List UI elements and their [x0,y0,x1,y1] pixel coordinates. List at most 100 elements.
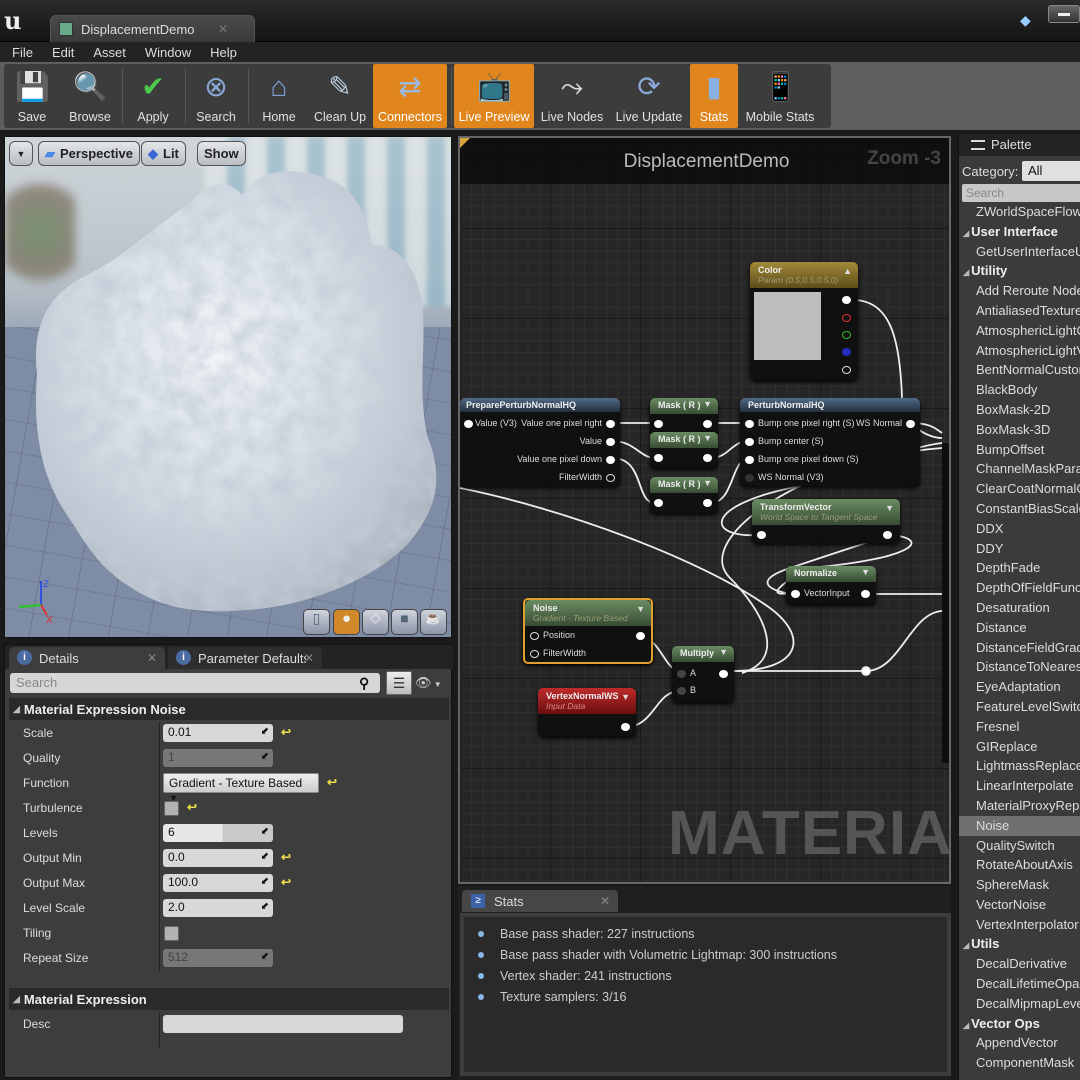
pin-in[interactable] [745,420,754,428]
palette-item[interactable]: ChannelMaskParameter [959,459,1080,479]
palette-item[interactable]: DecalLifetimeOpacity [959,974,1080,994]
preview-teapot-button[interactable]: ☕ [420,609,447,635]
node-color-param[interactable]: Color Param (0.5,0.5,0.5,0) ▲ [750,262,858,380]
pin-a-out[interactable] [842,366,851,374]
pin-in[interactable] [745,474,754,482]
pin-b-out[interactable] [842,348,851,356]
palette-item[interactable]: EyeAdaptation [959,677,1080,697]
tab-parameter-defaults[interactable]: i Parameter Defaults ✕ [168,647,322,669]
palette-item[interactable]: BoxMask-3D [959,420,1080,440]
pin-down-out[interactable] [606,456,615,464]
palette-category-header[interactable]: Vector Ops [959,1014,1080,1034]
collapse-icon[interactable]: ▼ [636,604,645,614]
pin-out[interactable] [703,454,712,462]
learn-icon[interactable]: ◆ [1020,12,1038,28]
collapse-icon[interactable]: ▼ [719,647,728,657]
reset-to-default-icon[interactable]: ↩ [281,725,291,739]
function-dropdown[interactable]: Gradient - Texture Based ▼ [163,773,319,803]
live-preview-button[interactable]: 📺 Live Preview [454,64,534,128]
pin-r-out[interactable] [842,314,851,322]
collapse-icon[interactable]: ▼ [885,503,894,513]
palette-item[interactable]: ZWorldSpaceFlow [959,202,1080,222]
browse-button[interactable]: 🔍 Browse [62,64,118,128]
pin-in[interactable] [654,499,663,507]
pin-rgb-out[interactable] [842,296,851,304]
category-dropdown[interactable]: All [1022,161,1080,181]
palette-item[interactable]: LightmassReplace [959,756,1080,776]
collapse-icon[interactable]: ▼ [703,478,712,488]
pin-out[interactable] [621,723,630,731]
pin-out[interactable] [703,499,712,507]
palette-item[interactable]: Fresnel [959,717,1080,737]
pin-b-in[interactable] [677,687,686,695]
level-scale-input[interactable]: 2.0 ⬋ [163,899,273,917]
palette-item[interactable]: DepthFade [959,558,1080,578]
palette-item[interactable]: GetUserInterfaceUV [959,242,1080,262]
node-prepare-perturb-normal[interactable]: PreparePerturbNormalHQ Value (V3) Value … [460,398,620,486]
palette-item[interactable]: ComponentMask [959,1053,1080,1073]
pin-in[interactable] [745,438,754,446]
palette-item[interactable]: BlackBody [959,380,1080,400]
node-normalize[interactable]: Normalize ▼ VectorInput [786,566,876,604]
output-min-input[interactable]: 0.0 ⬋ [163,849,273,867]
pin-in[interactable] [654,454,663,462]
connectors-button[interactable]: ⇄ Connectors [373,64,447,128]
document-tab[interactable]: DisplacementDemo ✕ [50,15,255,42]
palette-search-input[interactable]: Search [962,184,1080,202]
palette-item[interactable]: Distance [959,618,1080,638]
node-vertex-normal-ws[interactable]: VertexNormalWS Input Data ▼ [538,688,636,736]
turbulence-checkbox[interactable] [164,801,179,816]
details-search-input[interactable]: Search [10,673,380,693]
palette-item[interactable]: RotateAboutAxis [959,855,1080,875]
preview-viewport[interactable]: ▼ ▰ Perspective ◆ Lit Show Z X ▯ ● ◇ ■ ☕ [4,136,452,638]
collapse-icon[interactable]: ▲ [843,266,852,276]
node-material-result-edge[interactable] [942,443,949,763]
pin-g-out[interactable] [842,331,851,339]
preview-sphere-button[interactable]: ● [333,609,360,635]
tab-palette[interactable]: Palette [959,134,1080,156]
view-options-button[interactable]: 👁 ▼ [415,675,449,691]
pin-value-out[interactable] [606,438,615,446]
save-button[interactable]: 💾 Save [4,64,60,128]
node-mask-2[interactable]: Mask ( R ) ▼ [650,432,718,468]
close-tab-icon[interactable]: ✕ [600,894,610,908]
palette-item[interactable]: DDY [959,539,1080,559]
property-matrix-button[interactable]: ☰ [386,671,412,695]
palette-item[interactable]: FeatureLevelSwitch [959,697,1080,717]
node-perturb-normal[interactable]: PerturbNormalHQ Bump one pixel right (S)… [740,398,920,486]
search-button[interactable]: ⊗ Search [188,64,244,128]
pin-in[interactable] [757,531,766,539]
live-nodes-button[interactable]: ⤳ Live Nodes [536,64,608,128]
preview-cylinder-button[interactable]: ▯ [303,609,330,635]
node-noise[interactable]: Noise Gradient - Texture Based ▼ Position … [523,598,653,664]
pin-out[interactable] [719,670,728,678]
pin-out[interactable] [861,590,870,598]
close-tab-icon[interactable]: ✕ [304,651,314,665]
palette-item[interactable]: VertexInterpolator [959,915,1080,935]
reset-to-default-icon[interactable]: ↩ [281,875,291,889]
palette-item[interactable]: DecalMipmapLevel [959,994,1080,1014]
node-multiply[interactable]: Multiply ▼ A B [672,646,734,702]
palette-category-header[interactable]: Utils [959,934,1080,954]
palette-item[interactable]: ClearCoatNormalCustomOutput [959,479,1080,499]
levels-slider[interactable]: 6 ⬋ [163,824,273,842]
mobile-stats-button[interactable]: 📱 Mobile Stats [740,64,820,128]
menu-window[interactable]: Window [145,45,191,60]
palette-item[interactable]: AtmosphericLightVector [959,341,1080,361]
category-material-expression-noise[interactable]: ◢ Material Expression Noise [9,698,449,720]
apply-button[interactable]: ✔ Apply [125,64,181,128]
palette-category-header[interactable]: User Interface [959,222,1080,242]
repeat-size-input[interactable]: 512 ⬋ [163,949,273,967]
reset-to-default-icon[interactable]: ↩ [327,775,337,789]
pin-in[interactable] [654,420,663,428]
palette-item[interactable]: AtmosphericLightColor [959,321,1080,341]
reset-to-default-icon[interactable]: ↩ [281,850,291,864]
node-transform-vector[interactable]: TransformVector World Space to Tangent Sp… [752,499,900,543]
pin-value-in[interactable] [464,420,473,428]
node-mask-3[interactable]: Mask ( R ) ▼ [650,477,718,513]
palette-item[interactable]: DecalDerivative [959,954,1080,974]
stats-button[interactable]: ▮ Stats [690,64,738,128]
palette-item[interactable]: Desaturation [959,598,1080,618]
tab-details[interactable]: i Details ✕ [9,647,165,669]
palette-item[interactable]: DistanceToNearestSurface [959,657,1080,677]
